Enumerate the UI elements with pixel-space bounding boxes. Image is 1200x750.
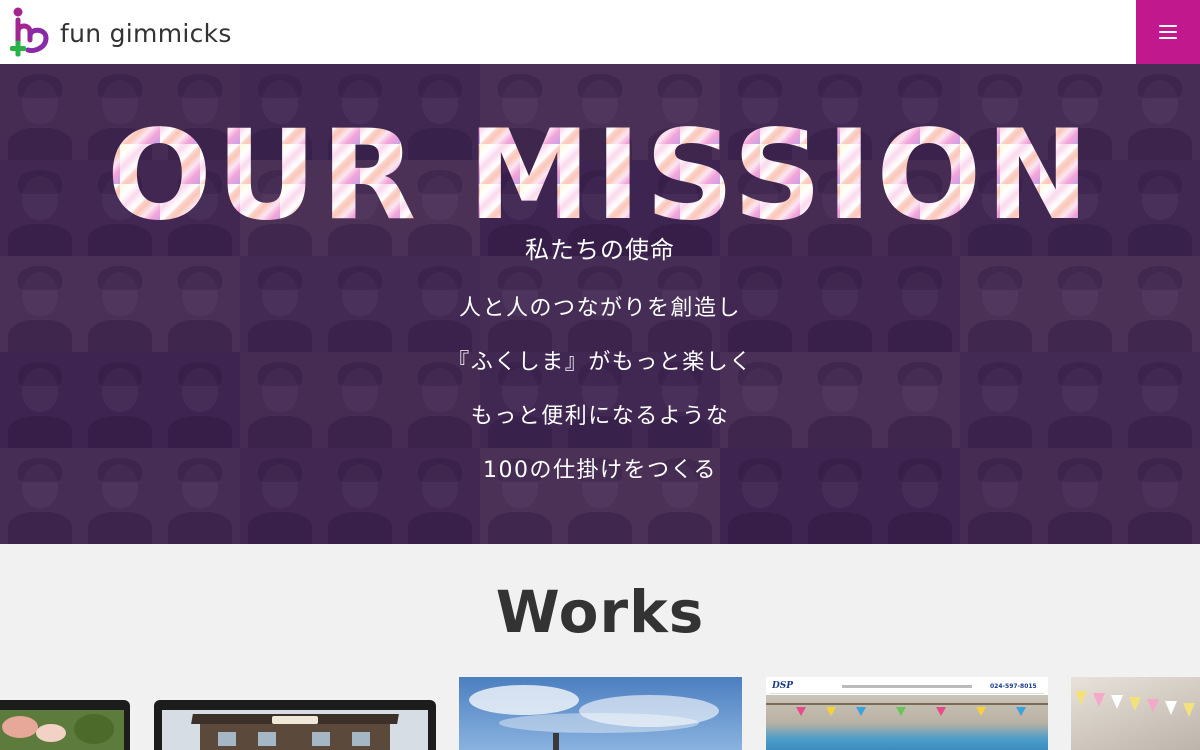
mission-line: もっと便利になるような (470, 404, 730, 429)
work-thumb-building[interactable] (154, 700, 436, 750)
mission-title: OUR MISSION (107, 104, 1094, 234)
work-thumb-pool[interactable]: DSP 024-597-8015 (766, 677, 1048, 750)
site-logo-text: DSP (772, 681, 794, 691)
site-phone: 024-597-8015 (990, 683, 1037, 690)
works-section: Works DSP 024-597-8015 (0, 544, 1200, 750)
hamburger-icon (1159, 25, 1177, 39)
menu-button[interactable] (1136, 0, 1200, 64)
mission-subtitle: 私たちの使命 (525, 236, 675, 264)
work-thumb-flags[interactable] (1071, 677, 1200, 750)
mission-title-text: OUR MISSION (107, 104, 1094, 234)
works-title: Works (495, 578, 705, 646)
mission-line: 100の仕掛けをつくる (482, 458, 718, 483)
work-thumb-sky[interactable] (459, 677, 742, 750)
logo-mark-icon (10, 7, 49, 57)
site-logo[interactable]: fun gimmicks (8, 6, 232, 60)
mission-hero: OUR MISSION 私たちの使命 人と人のつながりを創造し 『ふくしま』がも… (0, 64, 1200, 544)
mission-line: 『ふくしま』がもっと楽しく (447, 350, 753, 375)
logo-text: fun gimmicks (60, 18, 232, 48)
mission-statement: 人と人のつながりを創造し 『ふくしま』がもっと楽しく もっと便利になるような 1… (0, 292, 1200, 508)
work-thumb-food[interactable] (0, 700, 130, 750)
site-header: fun gimmicks (0, 0, 1200, 64)
mission-line: 人と人のつながりを創造し (458, 296, 741, 321)
